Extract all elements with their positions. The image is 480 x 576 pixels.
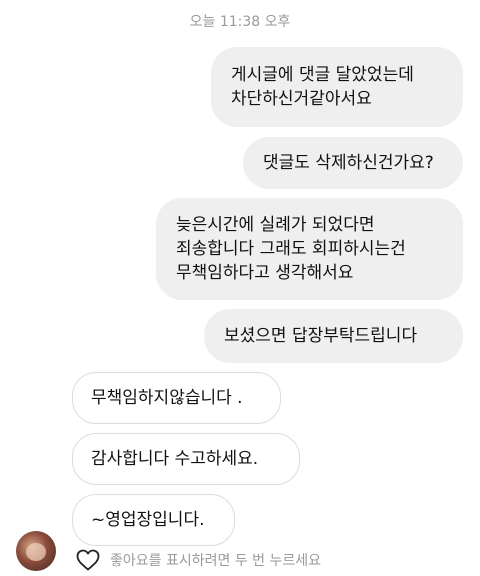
sent-message-bubble[interactable]: 보셨으면 답장부탁드립니다 xyxy=(204,309,463,363)
sent-message-bubble[interactable]: 댓글도 삭제하신건가요? xyxy=(243,137,463,189)
received-message-bubble[interactable]: 무책임하지않습니다 . xyxy=(72,372,281,424)
message-text: 댓글도 삭제하신건가요? xyxy=(263,153,434,173)
sent-message-bubble[interactable]: 늦은시간에 실례가 되었다면 죄송합니다 그래도 회피하시는건 무책임하다고 생… xyxy=(156,198,463,300)
message-text: ~영업장입니다. xyxy=(91,510,205,530)
heart-outline-icon[interactable] xyxy=(76,549,100,571)
sent-message-bubble[interactable]: 게시글에 댓글 달았었는데 차단하신거같아서요 xyxy=(211,47,463,127)
message-text: 보셨으면 답장부탁드립니다 xyxy=(224,326,418,346)
received-message-bubble[interactable]: 감사합니다 수고하세요. xyxy=(72,433,300,485)
message-timestamp: 오늘 11:38 오후 xyxy=(189,14,291,30)
received-message-bubble[interactable]: ~영업장입니다. xyxy=(72,494,235,546)
like-row: 좋아요를 표시하려면 두 번 누르세요 xyxy=(76,549,321,571)
message-text: 늦은시간에 실례가 되었다면 죄송합니다 그래도 회피하시는건 무책임하다고 생… xyxy=(176,215,406,283)
message-text: 게시글에 댓글 달았었는데 차단하신거같아서요 xyxy=(231,65,414,109)
message-text: 무책임하지않습니다 . xyxy=(91,388,243,408)
message-text: 감사합니다 수고하세요. xyxy=(91,449,259,469)
sender-avatar[interactable] xyxy=(16,531,56,571)
like-hint-text: 좋아요를 표시하려면 두 번 누르세요 xyxy=(110,553,321,569)
